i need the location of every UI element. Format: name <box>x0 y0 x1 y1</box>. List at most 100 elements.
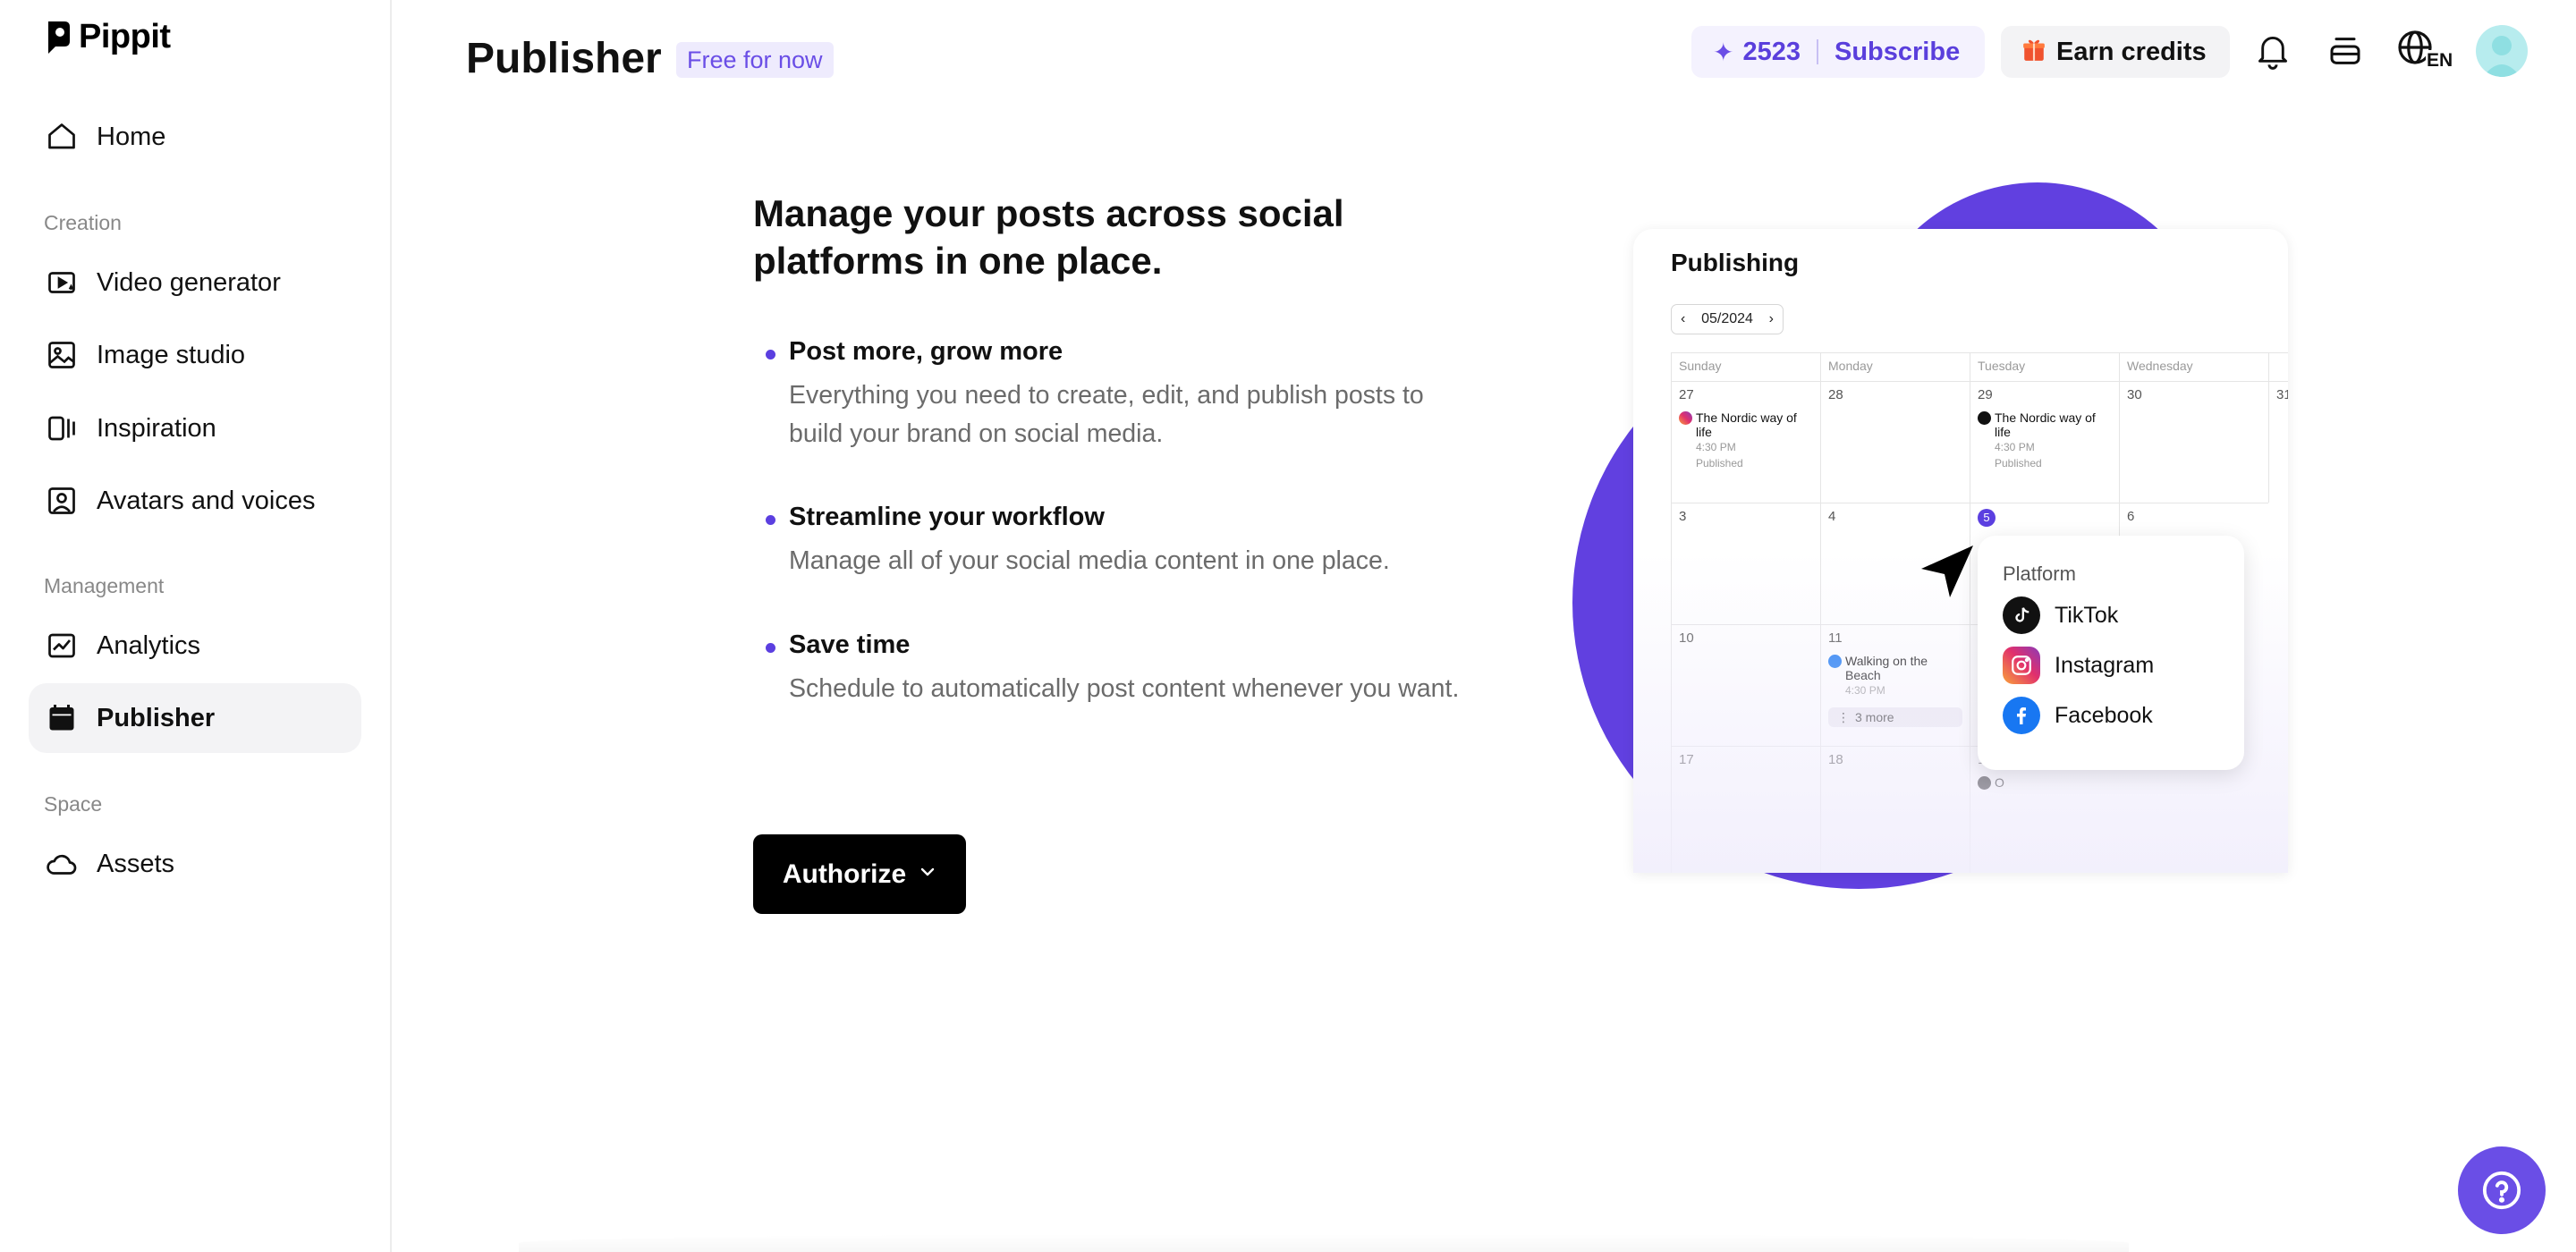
sidebar-item-assets[interactable]: Assets <box>29 829 361 899</box>
stack-layers-icon[interactable] <box>2325 30 2366 72</box>
send-cursor-icon <box>1921 546 1973 597</box>
credits-subscribe-button[interactable]: ✦ 2523 Subscribe <box>1691 26 1985 78</box>
weekday-header: Wednesday <box>2119 352 2268 381</box>
bullet-dot <box>766 643 775 653</box>
earn-credits-button[interactable]: Earn credits <box>2001 26 2230 78</box>
language-code: EN <box>2426 50 2454 72</box>
facebook-icon <box>2003 697 2040 734</box>
event-status: Published <box>1696 457 1743 470</box>
feature-description: Everything you need to create, edit, and… <box>789 381 1424 448</box>
instagram-icon <box>1679 411 1692 425</box>
platform-popover: Platform TikTok Instagram Facebook <box>1978 536 2244 770</box>
tiktok-icon <box>1978 411 1991 425</box>
calendar-cell: 18 <box>1820 746 1970 873</box>
platform-title: Platform <box>2003 563 2076 585</box>
feature-description: Schedule to automatically post content w… <box>789 674 1460 703</box>
sidebar-item-label: Avatars and voices <box>97 486 316 515</box>
weekday-header: Sunday <box>1671 352 1820 381</box>
app-logo[interactable]: Pippit <box>45 18 171 56</box>
day-number-today: 5 <box>1978 509 1996 527</box>
event-title: The Nordic way of life <box>1995 410 2096 439</box>
sidebar-item-analytics[interactable]: Analytics <box>29 611 361 681</box>
avatar[interactable] <box>2476 25 2528 77</box>
sidebar-item-label: Inspiration <box>97 413 216 443</box>
sparkle-icon: ✦ <box>1713 38 1734 66</box>
event-title: The Nordic way of life <box>1696 410 1797 439</box>
sidebar-item-label: Home <box>97 122 166 151</box>
help-button[interactable] <box>2458 1146 2546 1234</box>
chevron-left-icon: ‹ <box>1681 311 1686 326</box>
calendar-cell: 31 <box>2268 381 2288 503</box>
sidebar-item-label: Analytics <box>97 630 201 660</box>
weekday-header: Monday <box>1820 352 1970 381</box>
authorize-button[interactable]: Authorize <box>753 834 966 914</box>
calendar-cell: 28 <box>1820 381 1970 503</box>
bottom-shadow <box>519 1234 2129 1252</box>
section-label-management: Management <box>44 574 165 597</box>
weekday-header <box>2268 352 2288 381</box>
instagram-icon <box>2003 647 2040 684</box>
platform-option-tiktok: TikTok <box>2003 596 2118 634</box>
publishing-illustration: Publishing ‹ 05/2024 › Sunday Monday Tue… <box>1572 182 2306 889</box>
facebook-icon <box>1828 655 1842 668</box>
month-selector: ‹ 05/2024 › <box>1671 304 1784 334</box>
calendar-cell: 10 <box>1671 624 1820 746</box>
day-number: 11 <box>1828 630 1843 646</box>
headline: Manage your posts across social platform… <box>753 192 1344 282</box>
image-studio-icon <box>45 338 79 372</box>
more-events-pill: ⋮ 3 more <box>1828 707 1962 727</box>
chevron-right-icon: › <box>1768 311 1774 326</box>
calendar-cell: 3 <box>1671 503 1820 624</box>
sidebar-item-home[interactable]: Home <box>29 102 361 172</box>
day-number: 31 <box>2276 387 2288 402</box>
earn-credits-label: Earn credits <box>2056 37 2207 66</box>
authorize-label: Authorize <box>782 859 907 889</box>
page-title: Publisher <box>466 35 662 82</box>
feature-title: Post more, grow more <box>789 337 1063 366</box>
day-number: 29 <box>1978 387 1993 402</box>
feature-title: Save time <box>789 630 911 659</box>
home-icon <box>45 120 79 154</box>
sidebar-item-image-studio[interactable]: Image studio <box>29 320 361 390</box>
sidebar-item-publisher[interactable]: Publisher <box>29 683 361 753</box>
sidebar-item-video-generator[interactable]: Video generator <box>29 248 361 317</box>
day-number: 4 <box>1828 509 1836 524</box>
calendar-cell: 17 <box>1671 746 1820 873</box>
event-time: 4:30 PM <box>1995 441 2035 453</box>
tiktok-icon <box>1978 776 1991 790</box>
weekday-header: Tuesday <box>1970 352 2119 381</box>
day-number: 6 <box>2127 509 2135 524</box>
sidebar-item-label: Image studio <box>97 340 246 369</box>
day-number: 3 <box>1679 509 1687 524</box>
analytics-icon <box>45 629 79 663</box>
avatar-voice-icon <box>45 484 79 518</box>
chevron-down-icon <box>919 863 936 885</box>
gift-icon <box>2022 38 2046 67</box>
bullet-dot <box>766 515 775 525</box>
calendar-cell: 27 The Nordic way of life 4:30 PM Publis… <box>1671 381 1820 503</box>
language-globe-icon[interactable]: EN <box>2397 30 2454 72</box>
event-title: Walking on the Beach <box>1845 654 1928 682</box>
notification-bell-icon[interactable] <box>2252 30 2293 72</box>
sidebar-item-inspiration[interactable]: Inspiration <box>29 393 361 463</box>
app-name: Pippit <box>79 18 171 55</box>
more-events-label: 3 more <box>1855 710 1894 724</box>
sidebar-item-avatars-voices[interactable]: Avatars and voices <box>29 466 361 536</box>
bullet-dot <box>766 350 775 360</box>
more-dots-icon: ⋮ <box>1837 709 1850 724</box>
day-number: 17 <box>1679 752 1694 767</box>
day-number: 30 <box>2127 387 2142 402</box>
cloud-icon <box>45 847 79 881</box>
calendar-event: Walking on the Beach <box>1828 654 1962 682</box>
month-label: 05/2024 <box>1701 311 1753 326</box>
calendar-event: The Nordic way of life <box>1978 410 2112 439</box>
calendar-cell: 30 <box>2119 381 2268 503</box>
platform-label: TikTok <box>2055 602 2119 628</box>
calendar-title: Publishing <box>1671 249 1800 276</box>
question-mark-icon <box>2482 1171 2521 1210</box>
calendar-event: O <box>1978 775 2112 790</box>
free-badge: Free for now <box>676 42 834 78</box>
platform-option-facebook: Facebook <box>2003 697 2153 734</box>
event-time: 4:30 PM <box>1696 441 1736 453</box>
section-label-creation: Creation <box>44 211 122 234</box>
